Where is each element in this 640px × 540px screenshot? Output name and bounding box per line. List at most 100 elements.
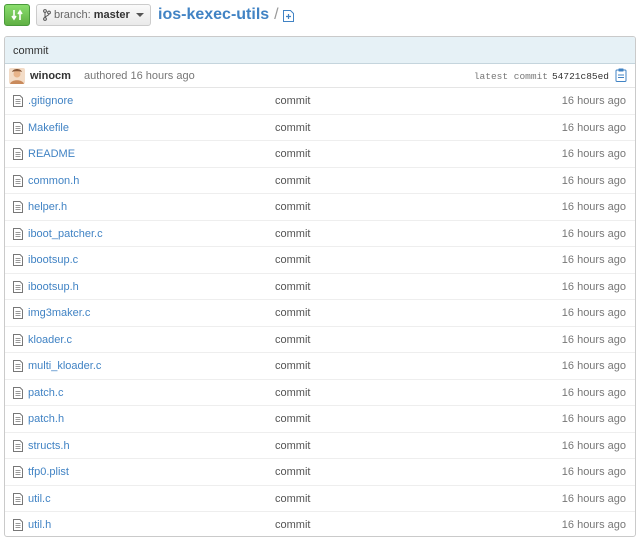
compare-button[interactable] — [4, 4, 30, 26]
file-name-link[interactable]: tfp0.plist — [28, 466, 69, 478]
file-commit-message[interactable]: commit — [275, 281, 310, 293]
file-row[interactable]: kloader.c commit 16 hours ago — [5, 327, 635, 353]
file-commit-message[interactable]: commit — [275, 440, 310, 452]
file-age: 16 hours ago — [561, 386, 626, 399]
file-browser: commit winocm authored 16 hours ago late… — [4, 36, 636, 537]
file-icon — [13, 254, 23, 266]
file-icon — [13, 492, 23, 505]
file-row[interactable]: patch.h commit 16 hours ago — [5, 406, 635, 433]
file-icon — [13, 519, 23, 531]
file-name-link[interactable]: kloader.c — [28, 334, 72, 346]
file-age: 16 hours ago — [561, 227, 626, 240]
file-icon — [13, 95, 23, 107]
file-name-link[interactable]: Makefile — [28, 122, 69, 134]
avatar[interactable] — [9, 68, 25, 84]
file-name-link[interactable]: patch.h — [28, 413, 64, 425]
file-row[interactable]: README commit 16 hours ago — [5, 141, 635, 168]
file-age: 16 hours ago — [561, 201, 626, 213]
file-icon — [13, 174, 23, 187]
file-name-link[interactable]: ibootsup.c — [28, 254, 78, 266]
file-age: 16 hours ago — [561, 333, 626, 346]
file-name-link[interactable]: common.h — [28, 175, 79, 187]
file-age: 16 hours ago — [561, 519, 626, 531]
file-commit-message[interactable]: commit — [275, 387, 310, 399]
file-icon — [13, 333, 23, 346]
file-commit-message[interactable]: commit — [275, 201, 310, 213]
file-age: 16 hours ago — [561, 148, 626, 160]
file-row[interactable]: common.h commit 16 hours ago — [5, 168, 635, 194]
commit-meta: winocm authored 16 hours ago latest comm… — [5, 64, 635, 88]
file-age: 16 hours ago — [561, 95, 626, 107]
file-commit-message[interactable]: commit — [275, 466, 310, 478]
file-name-link[interactable]: helper.h — [28, 201, 67, 213]
compare-icon — [11, 9, 23, 21]
file-name-link[interactable]: iboot_patcher.c — [28, 228, 103, 240]
file-icon — [13, 280, 23, 293]
file-row[interactable]: ibootsup.h commit 16 hours ago — [5, 274, 635, 300]
file-age: 16 hours ago — [561, 254, 626, 266]
breadcrumb: ios-kexec-utils / — [158, 6, 294, 24]
file-row[interactable]: tfp0.plist commit 16 hours ago — [5, 459, 635, 486]
file-row[interactable]: helper.h commit 16 hours ago — [5, 194, 635, 221]
commit-sha[interactable]: 54721c85ed — [552, 71, 609, 82]
file-icon — [13, 307, 23, 319]
file-age: 16 hours ago — [561, 413, 626, 425]
file-row[interactable]: patch.c commit 16 hours ago — [5, 380, 635, 406]
branch-name: master — [93, 9, 130, 21]
file-icon — [13, 413, 23, 425]
file-name-link[interactable]: patch.c — [28, 387, 63, 399]
file-commit-message[interactable]: commit — [275, 493, 310, 505]
file-name-link[interactable]: img3maker.c — [28, 307, 90, 319]
file-name-link[interactable]: README — [28, 148, 75, 160]
file-name-link[interactable]: util.c — [28, 493, 51, 505]
repo-name-link[interactable]: ios-kexec-utils — [158, 6, 269, 24]
commit-author[interactable]: winocm — [30, 70, 71, 82]
file-commit-message[interactable]: commit — [275, 413, 310, 425]
file-row[interactable]: Makefile commit 16 hours ago — [5, 115, 635, 141]
branch-icon — [43, 9, 51, 21]
file-row[interactable]: .gitignore commit 16 hours ago — [5, 88, 635, 115]
file-commit-message[interactable]: commit — [275, 334, 310, 346]
file-name-link[interactable]: util.h — [28, 519, 51, 531]
file-commit-message[interactable]: commit — [275, 254, 310, 266]
file-row[interactable]: img3maker.c commit 16 hours ago — [5, 300, 635, 327]
commit-authored-time: authored 16 hours ago — [84, 70, 195, 82]
file-row[interactable]: iboot_patcher.c commit 16 hours ago — [5, 221, 635, 247]
file-name-link[interactable]: .gitignore — [28, 95, 73, 107]
file-row[interactable]: ibootsup.c commit 16 hours ago — [5, 247, 635, 274]
file-commit-message[interactable]: commit — [275, 122, 310, 134]
file-age: 16 hours ago — [561, 439, 626, 452]
clipboard-icon[interactable] — [615, 68, 627, 82]
file-row[interactable]: util.c commit 16 hours ago — [5, 486, 635, 512]
file-name-link[interactable]: ibootsup.h — [28, 281, 79, 293]
add-file-icon[interactable] — [282, 10, 294, 22]
file-commit-message[interactable]: commit — [275, 95, 310, 107]
file-name-link[interactable]: structs.h — [28, 440, 70, 452]
file-icon — [13, 227, 23, 240]
file-row[interactable]: util.h commit 16 hours ago — [5, 512, 635, 536]
commit-title[interactable]: commit — [5, 37, 635, 64]
file-commit-message[interactable]: commit — [275, 148, 310, 160]
chevron-down-icon — [135, 13, 144, 17]
file-icon — [13, 121, 23, 134]
file-commit-message[interactable]: commit — [275, 360, 310, 372]
branch-label: branch: — [54, 9, 91, 21]
file-age: 16 hours ago — [561, 280, 626, 293]
file-row[interactable]: multi_kloader.c commit 16 hours ago — [5, 353, 635, 380]
file-icon — [13, 386, 23, 399]
branch-selector[interactable]: branch: master — [36, 4, 151, 26]
file-commit-message[interactable]: commit — [275, 175, 310, 187]
repo-toolbar: branch: master ios-kexec-utils / — [0, 0, 640, 34]
file-icon — [13, 360, 23, 372]
file-icon — [13, 201, 23, 213]
file-age: 16 hours ago — [561, 360, 626, 372]
file-commit-message[interactable]: commit — [275, 519, 310, 531]
file-commit-message[interactable]: commit — [275, 228, 310, 240]
file-row[interactable]: structs.h commit 16 hours ago — [5, 433, 635, 459]
file-list: .gitignore commit 16 hours ago Makefile … — [5, 88, 635, 536]
file-name-link[interactable]: multi_kloader.c — [28, 360, 101, 372]
file-icon — [13, 466, 23, 478]
path-separator: / — [274, 6, 279, 23]
file-age: 16 hours ago — [561, 466, 626, 478]
file-commit-message[interactable]: commit — [275, 307, 310, 319]
